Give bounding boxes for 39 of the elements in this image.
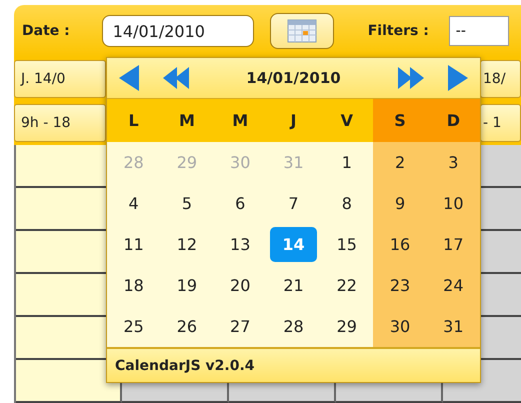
filters-dropdown[interactable]: -- <box>448 16 509 46</box>
calendar-day[interactable]: 22 <box>328 270 366 301</box>
calendar-day[interactable]: 8 <box>332 188 361 219</box>
calendar-day[interactable]: 13 <box>221 229 260 260</box>
calendar-button[interactable] <box>270 13 334 49</box>
weekday-header: M <box>214 99 267 142</box>
calendar-day[interactable]: 7 <box>279 188 308 219</box>
calendar-day[interactable]: 15 <box>328 229 366 260</box>
calendar-day[interactable]: 1 <box>332 147 361 178</box>
calendar-day[interactable]: 5 <box>172 188 202 219</box>
calendar-day[interactable]: 29 <box>328 311 366 342</box>
weekday-header: V <box>320 99 374 142</box>
column-header: 9h - 18 <box>14 104 106 142</box>
weekday-header: J <box>266 99 320 142</box>
column-header: - 1 <box>480 104 521 142</box>
calendar-day[interactable]: 21 <box>274 270 313 301</box>
calendar-day[interactable]: 20 <box>221 270 260 301</box>
calendar-day[interactable]: 27 <box>221 311 260 342</box>
calendar-title: 14/01/2010 <box>245 69 342 87</box>
weekday-header: D <box>426 99 480 142</box>
date-label: Date : <box>22 23 70 39</box>
column-header: 18/ <box>480 60 521 98</box>
calendar-day[interactable]: 12 <box>168 229 206 260</box>
date-field[interactable]: 14/01/2010 <box>102 15 254 47</box>
weekday-header: M <box>160 99 214 142</box>
weekday-header: L <box>107 99 160 142</box>
calendar-day[interactable]: 18 <box>114 270 153 301</box>
calendar-day[interactable]: 26 <box>168 311 206 342</box>
calendar-day[interactable]: 25 <box>114 311 153 342</box>
calendar-day[interactable]: 4 <box>120 188 148 219</box>
calendar-day[interactable]: 6 <box>226 188 254 219</box>
calendar-day[interactable]: 19 <box>168 270 206 301</box>
calendar-icon <box>286 19 317 43</box>
calendar-day[interactable]: 11 <box>114 229 153 260</box>
column-header: J. 14/0 <box>14 60 106 98</box>
version-label: CalendarJS v2.0.4 <box>115 358 255 374</box>
filters-label: Filters : <box>368 23 429 39</box>
calendar-day[interactable]: 28 <box>274 311 313 342</box>
weekday-header: S <box>373 99 427 142</box>
